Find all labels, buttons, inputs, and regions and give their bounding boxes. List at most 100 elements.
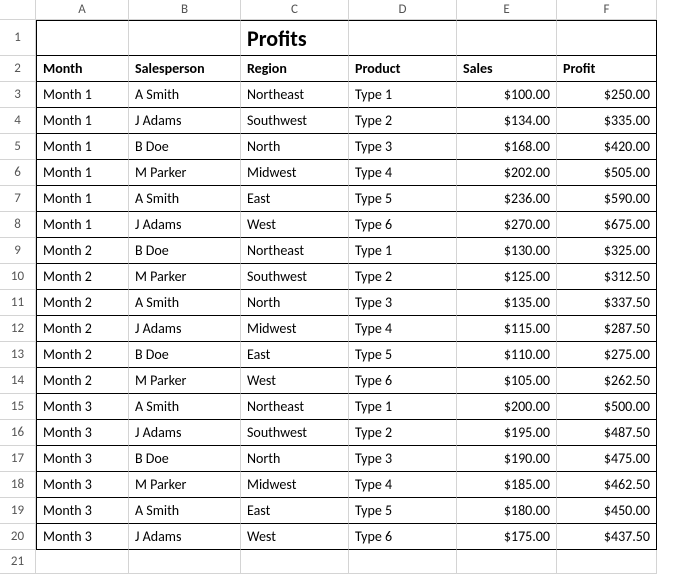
row-header-10[interactable]: 10 <box>0 264 36 290</box>
cell-product[interactable]: Type 3 <box>349 446 457 472</box>
cell-sales[interactable]: $180.00 <box>457 498 557 524</box>
cell-sales[interactable]: $130.00 <box>457 238 557 264</box>
cell-region[interactable]: East <box>241 498 349 524</box>
cell-sales[interactable]: $200.00 <box>457 394 557 420</box>
cell-month[interactable]: Month 3 <box>36 472 129 498</box>
col-header-D[interactable]: D <box>349 0 457 20</box>
cell-month[interactable]: Month 1 <box>36 82 129 108</box>
cell-month[interactable]: Month 1 <box>36 212 129 238</box>
cell-region[interactable]: West <box>241 212 349 238</box>
cell-profit[interactable]: $475.00 <box>557 446 657 472</box>
cell-profit[interactable]: $487.50 <box>557 420 657 446</box>
cell-C21[interactable] <box>241 550 349 574</box>
cell-region[interactable]: East <box>241 186 349 212</box>
cell-month[interactable]: Month 2 <box>36 342 129 368</box>
cell-salesperson[interactable]: B Doe <box>129 446 241 472</box>
cell-sales[interactable]: $105.00 <box>457 368 557 394</box>
header-product[interactable]: Product <box>349 56 457 82</box>
cell-month[interactable]: Month 2 <box>36 238 129 264</box>
row-header-11[interactable]: 11 <box>0 290 36 316</box>
cell-salesperson[interactable]: J Adams <box>129 420 241 446</box>
cell-salesperson[interactable]: M Parker <box>129 264 241 290</box>
cell-product[interactable]: Type 4 <box>349 472 457 498</box>
cell-product[interactable]: Type 3 <box>349 290 457 316</box>
col-header-C[interactable]: C <box>241 0 349 20</box>
cell-salesperson[interactable]: A Smith <box>129 82 241 108</box>
cell-region[interactable]: Midwest <box>241 160 349 186</box>
cell-profit[interactable]: $275.00 <box>557 342 657 368</box>
row-header-2[interactable]: 2 <box>0 56 36 82</box>
cell-salesperson[interactable]: B Doe <box>129 342 241 368</box>
cell-sales[interactable]: $100.00 <box>457 82 557 108</box>
cell-profit[interactable]: $287.50 <box>557 316 657 342</box>
cell-salesperson[interactable]: J Adams <box>129 316 241 342</box>
cell-salesperson[interactable]: A Smith <box>129 186 241 212</box>
cell-profit[interactable]: $505.00 <box>557 160 657 186</box>
col-header-B[interactable]: B <box>129 0 241 20</box>
cell-B21[interactable] <box>129 550 241 574</box>
header-region[interactable]: Region <box>241 56 349 82</box>
cell-product[interactable]: Type 2 <box>349 420 457 446</box>
cell-month[interactable]: Month 3 <box>36 498 129 524</box>
select-all-corner[interactable] <box>0 0 36 20</box>
cell-sales[interactable]: $270.00 <box>457 212 557 238</box>
cell-salesperson[interactable]: J Adams <box>129 212 241 238</box>
row-header-8[interactable]: 8 <box>0 212 36 238</box>
cell-E1[interactable] <box>457 20 557 56</box>
cell-sales[interactable]: $168.00 <box>457 134 557 160</box>
title-cell[interactable]: Profits <box>241 20 349 56</box>
cell-profit[interactable]: $675.00 <box>557 212 657 238</box>
cell-A21[interactable] <box>36 550 129 574</box>
cell-product[interactable]: Type 6 <box>349 212 457 238</box>
cell-sales[interactable]: $175.00 <box>457 524 557 550</box>
cell-month[interactable]: Month 2 <box>36 316 129 342</box>
cell-profit[interactable]: $250.00 <box>557 82 657 108</box>
cell-A1[interactable] <box>36 20 129 56</box>
cell-salesperson[interactable]: M Parker <box>129 368 241 394</box>
cell-month[interactable]: Month 3 <box>36 446 129 472</box>
cell-salesperson[interactable]: J Adams <box>129 108 241 134</box>
col-header-A[interactable]: A <box>36 0 129 20</box>
row-header-14[interactable]: 14 <box>0 368 36 394</box>
cell-F21[interactable] <box>557 550 657 574</box>
cell-E21[interactable] <box>457 550 557 574</box>
row-header-17[interactable]: 17 <box>0 446 36 472</box>
cell-product[interactable]: Type 1 <box>349 394 457 420</box>
cell-sales[interactable]: $135.00 <box>457 290 557 316</box>
cell-sales[interactable]: $125.00 <box>457 264 557 290</box>
cell-region[interactable]: Northeast <box>241 238 349 264</box>
cell-sales[interactable]: $110.00 <box>457 342 557 368</box>
cell-product[interactable]: Type 2 <box>349 264 457 290</box>
cell-region[interactable]: North <box>241 290 349 316</box>
cell-salesperson[interactable]: A Smith <box>129 498 241 524</box>
cell-sales[interactable]: $134.00 <box>457 108 557 134</box>
row-header-7[interactable]: 7 <box>0 186 36 212</box>
cell-F1[interactable] <box>557 20 657 56</box>
cell-profit[interactable]: $337.50 <box>557 290 657 316</box>
row-header-13[interactable]: 13 <box>0 342 36 368</box>
header-profit[interactable]: Profit <box>557 56 657 82</box>
row-header-6[interactable]: 6 <box>0 160 36 186</box>
cell-month[interactable]: Month 3 <box>36 394 129 420</box>
cell-product[interactable]: Type 1 <box>349 82 457 108</box>
col-header-F[interactable]: F <box>557 0 657 20</box>
cell-month[interactable]: Month 1 <box>36 160 129 186</box>
cell-product[interactable]: Type 6 <box>349 524 457 550</box>
cell-month[interactable]: Month 2 <box>36 264 129 290</box>
cell-salesperson[interactable]: B Doe <box>129 134 241 160</box>
col-header-E[interactable]: E <box>457 0 557 20</box>
cell-product[interactable]: Type 1 <box>349 238 457 264</box>
cell-salesperson[interactable]: J Adams <box>129 524 241 550</box>
cell-sales[interactable]: $115.00 <box>457 316 557 342</box>
cell-product[interactable]: Type 5 <box>349 186 457 212</box>
row-header-3[interactable]: 3 <box>0 82 36 108</box>
cell-region[interactable]: North <box>241 446 349 472</box>
cell-region[interactable]: Southwest <box>241 420 349 446</box>
cell-salesperson[interactable]: M Parker <box>129 160 241 186</box>
row-header-12[interactable]: 12 <box>0 316 36 342</box>
row-header-16[interactable]: 16 <box>0 420 36 446</box>
cell-region[interactable]: Midwest <box>241 316 349 342</box>
cell-region[interactable]: Southwest <box>241 264 349 290</box>
header-sales[interactable]: Sales <box>457 56 557 82</box>
row-header-21[interactable]: 21 <box>0 550 36 574</box>
